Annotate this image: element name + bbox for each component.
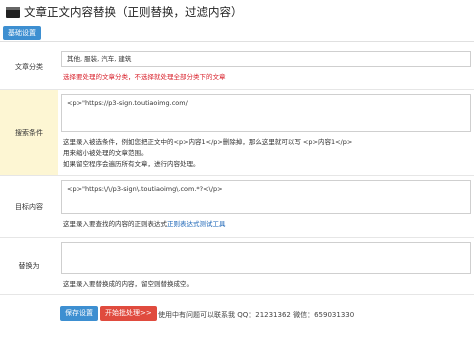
- page-header: 文章正文内容替换（正则替换，过滤内容）: [6, 4, 243, 20]
- target-label: 目标内容: [15, 202, 43, 211]
- action-bar: 保存设置 开始批处理>> 使用中有问题可以联系我 QQ：21231362 微信：…: [0, 302, 474, 326]
- tab-basic-settings[interactable]: 基础设置: [3, 26, 41, 40]
- category-row: 文章分类 其他, 服装, 汽车, 建筑 选择要处理的文章分类，不选择就处理全部分…: [0, 45, 474, 90]
- start-batch-button[interactable]: 开始批处理>>: [100, 306, 157, 321]
- app-window-icon: [6, 6, 20, 18]
- category-label: 文章分类: [15, 63, 43, 71]
- regex-tool-link[interactable]: 正则表达式测试工具: [167, 220, 226, 228]
- page-title: 文章正文内容替换（正则替换，过滤内容）: [24, 5, 243, 19]
- replace-textarea[interactable]: [61, 242, 471, 274]
- target-row: 目标内容 <p>"https:\/\/p3-sign\.toutiaoimg\.…: [0, 176, 474, 238]
- search-row: 搜索条件 <p>"https://p3-sign.toutiaoimg.com/…: [0, 90, 474, 176]
- save-button[interactable]: 保存设置: [60, 306, 98, 321]
- tab-divider: [0, 41, 474, 42]
- target-textarea[interactable]: <p>"https:\/\/p3-sign\.toutiaoimg\.com.*…: [61, 180, 471, 214]
- search-textarea[interactable]: <p>"https://p3-sign.toutiaoimg.com/: [61, 94, 471, 132]
- target-hint: 这里录入要查找的内容的正则表达式正则表达式测试工具: [63, 219, 226, 229]
- search-label: 搜索条件: [0, 90, 58, 175]
- search-hint-3: 如果留空程序会遍历所有文章，进行内容处理。: [63, 160, 200, 168]
- target-hint-text: 这里录入要查找的内容的正则表达式: [63, 220, 167, 228]
- replace-hint: 这里录入要替换成的内容，留空则替换成空。: [63, 280, 193, 288]
- category-hint: 选择要处理的文章分类，不选择就处理全部分类下的文章: [63, 73, 226, 81]
- contact-note: 使用中有问题可以联系我 QQ：21231362 微信：659031330: [158, 311, 355, 319]
- search-hint-1: 这里录入被选条件，例如您把正文中的<p>内容1</p>删除掉，那么这里就可以写 …: [63, 138, 353, 146]
- category-select[interactable]: 其他, 服装, 汽车, 建筑: [61, 51, 471, 67]
- replace-label: 替换为: [18, 262, 40, 270]
- replace-row: 替换为 这里录入要替换成的内容，留空则替换成空。: [0, 238, 474, 295]
- search-hint-2: 用来缩小被处理的文章范围。: [63, 149, 148, 157]
